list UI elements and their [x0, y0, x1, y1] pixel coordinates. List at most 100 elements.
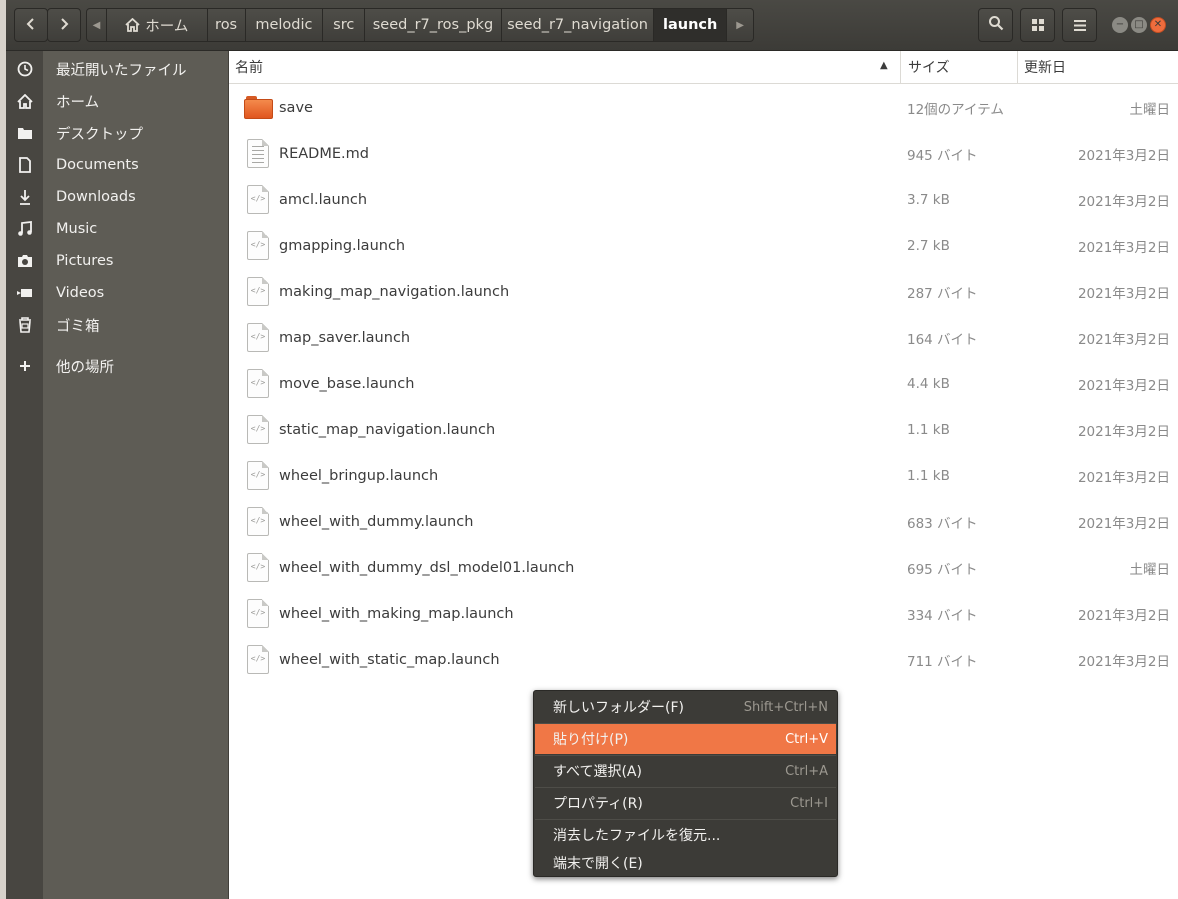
clock-icon [15, 59, 35, 79]
menu-item-select-all[interactable]: すべて選択(A) Ctrl+A [535, 756, 836, 786]
file-size: 2.7 kB [907, 238, 950, 254]
sidebar-item-label: ゴミ箱 [56, 318, 100, 335]
file-name: gmapping.launch [279, 238, 406, 254]
sidebar-item-label: Downloads [56, 189, 136, 205]
menu-item-new-folder[interactable]: 新しいフォルダー(F) Shift+Ctrl+N [535, 692, 836, 722]
trash-icon [15, 315, 35, 335]
file-size: 4.4 kB [907, 376, 950, 392]
column-header-label: 更新日 [1024, 60, 1066, 76]
sidebar-item-label: 最近開いたファイル [56, 62, 187, 79]
file-modified-date: 2021年3月2日 [1077, 194, 1170, 210]
file-row[interactable]: </> wheel_bringup.launch 1.1 kB 2021年3月2日 [229, 453, 1178, 499]
app-menu-button[interactable] [1062, 8, 1097, 42]
download-icon [15, 187, 35, 207]
menu-item-restore-deleted[interactable]: 消去したファイルを復元... [535, 820, 836, 850]
xml-file-icon: </> [244, 277, 272, 307]
sidebar-item-home[interactable]: ホーム [6, 85, 228, 117]
chevron-left-icon [25, 16, 37, 35]
sidebar-item-label: 他の場所 [56, 359, 114, 376]
file-size: 683 バイト [907, 516, 978, 532]
path-crumb-launch[interactable]: launch [654, 9, 728, 41]
back-button[interactable] [14, 8, 48, 42]
xml-file-icon: </> [244, 645, 272, 675]
path-crumb-label: seed_r7_ros_pkg [372, 17, 494, 33]
menu-item-accelerator: Ctrl+I [790, 795, 828, 811]
file-name: wheel_with_making_map.launch [279, 606, 514, 622]
sidebar-item-trash[interactable]: ゴミ箱 [6, 309, 228, 341]
forward-button[interactable] [47, 8, 81, 42]
file-row[interactable]: </> wheel_with_static_map.launch 711 バイト 20… [229, 637, 1178, 683]
sidebar-item-other-locations[interactable]: 他の場所 [6, 350, 228, 382]
file-modified-date: 土曜日 [1129, 102, 1171, 118]
file-modified-date: 2021年3月2日 [1077, 332, 1170, 348]
menu-item-open-terminal[interactable]: 端末で開く(E) [535, 848, 836, 878]
path-crumb-seed-r7-navigation[interactable]: seed_r7_navigation [502, 9, 655, 41]
menu-item-paste[interactable]: 貼り付け(P) Ctrl+V [535, 724, 836, 754]
file-name: save [279, 100, 313, 116]
menu-item-accelerator: Ctrl+A [785, 763, 828, 779]
menu-item-label: 端末で開く(E) [553, 856, 643, 872]
file-row[interactable]: </> static_map_navigation.launch 1.1 kB 202… [229, 407, 1178, 453]
sidebar-item-desktop[interactable]: デスクトップ [6, 117, 228, 149]
sidebar-item-music[interactable]: Music [6, 213, 228, 245]
path-crumb-src[interactable]: src [323, 9, 366, 41]
path-crumb-home[interactable]: ホーム [107, 9, 208, 41]
file-modified-date: 2021年3月2日 [1077, 470, 1170, 486]
file-row[interactable]: </> wheel_with_dummy_dsl_model01.launch 69… [229, 545, 1178, 591]
xml-file-icon: </> [244, 461, 272, 491]
sidebar-item-pictures[interactable]: Pictures [6, 245, 228, 277]
file-name: wheel_with_dummy.launch [279, 514, 474, 530]
maximize-button[interactable]: □ [1131, 17, 1147, 33]
xml-file-icon: </> [244, 553, 272, 583]
column-header-size[interactable]: サイズ [901, 51, 1017, 83]
file-row[interactable]: save 12個のアイテム 土曜日 [229, 85, 1178, 131]
xml-file-icon: </> [244, 323, 272, 353]
path-scroll-right-button[interactable]: ▶ [727, 9, 753, 41]
menu-item-label: 新しいフォルダー(F) [553, 700, 684, 716]
xml-file-icon: </> [244, 415, 272, 445]
close-button[interactable]: ✕ [1150, 17, 1166, 33]
video-icon [15, 283, 35, 303]
file-name: amcl.launch [279, 192, 368, 208]
column-header-modified[interactable]: 更新日 [1018, 51, 1178, 83]
hamburger-menu-icon [1073, 16, 1086, 35]
menu-item-properties[interactable]: プロパティ(R) Ctrl+I [535, 788, 836, 818]
file-modified-date: 2021年3月2日 [1077, 608, 1170, 624]
sidebar-item-label: ホーム [56, 94, 100, 111]
column-header-name[interactable]: 名前 [229, 51, 900, 83]
context-menu: 新しいフォルダー(F) Shift+Ctrl+N 貼り付け(P) Ctrl+V … [533, 690, 838, 877]
sidebar-item-documents[interactable]: Documents [6, 149, 228, 181]
file-row[interactable]: </> wheel_with_dummy.launch 683 バイト 2021年3月… [229, 499, 1178, 545]
file-row[interactable]: </> wheel_with_making_map.launch 334 バイト 20… [229, 591, 1178, 637]
path-crumb-ros[interactable]: ros [208, 9, 246, 41]
file-size: 711 バイト [907, 654, 978, 670]
sidebar-item-recent[interactable]: 最近開いたファイル [6, 53, 228, 85]
xml-file-icon: </> [244, 507, 272, 537]
file-size: 3.7 kB [907, 192, 950, 208]
file-row[interactable]: README.md 945 バイト 2021年3月2日 [229, 131, 1178, 177]
path-crumb-seed-r7-ros-pkg[interactable]: seed_r7_ros_pkg [365, 9, 502, 41]
path-crumb-melodic[interactable]: melodic [246, 9, 324, 41]
sidebar-item-label: Documents [56, 157, 139, 173]
path-crumb-label: ホーム [145, 18, 189, 35]
file-row[interactable]: </> gmapping.launch 2.7 kB 2021年3月2日 [229, 223, 1178, 269]
sidebar-item-videos[interactable]: Videos [6, 277, 228, 309]
xml-file-icon: </> [244, 599, 272, 629]
sidebar-item-downloads[interactable]: Downloads [6, 181, 228, 213]
file-modified-date: 2021年3月2日 [1077, 378, 1170, 394]
text-file-icon [244, 139, 272, 169]
minimize-button[interactable]: − [1112, 17, 1128, 33]
file-row[interactable]: </> move_base.launch 4.4 kB 2021年3月2日 [229, 361, 1178, 407]
file-row[interactable]: </> map_saver.launch 164 バイト 2021年3月2日 [229, 315, 1178, 361]
file-name: wheel_with_dummy_dsl_model01.launch [279, 560, 575, 576]
file-row[interactable]: </> making_map_navigation.launch 287 バイト 20… [229, 269, 1178, 315]
path-scroll-left-button[interactable]: ◀ [87, 9, 107, 41]
sort-ascending-icon: ▲ [880, 60, 888, 71]
menu-item-accelerator: Shift+Ctrl+N [743, 699, 828, 715]
view-toggle-button[interactable] [1020, 8, 1055, 42]
xml-file-icon: </> [244, 231, 272, 261]
file-modified-date: 2021年3月2日 [1077, 424, 1170, 440]
search-button[interactable] [978, 8, 1013, 42]
sidebar-item-label: Music [56, 221, 98, 237]
file-row[interactable]: </> amcl.launch 3.7 kB 2021年3月2日 [229, 177, 1178, 223]
